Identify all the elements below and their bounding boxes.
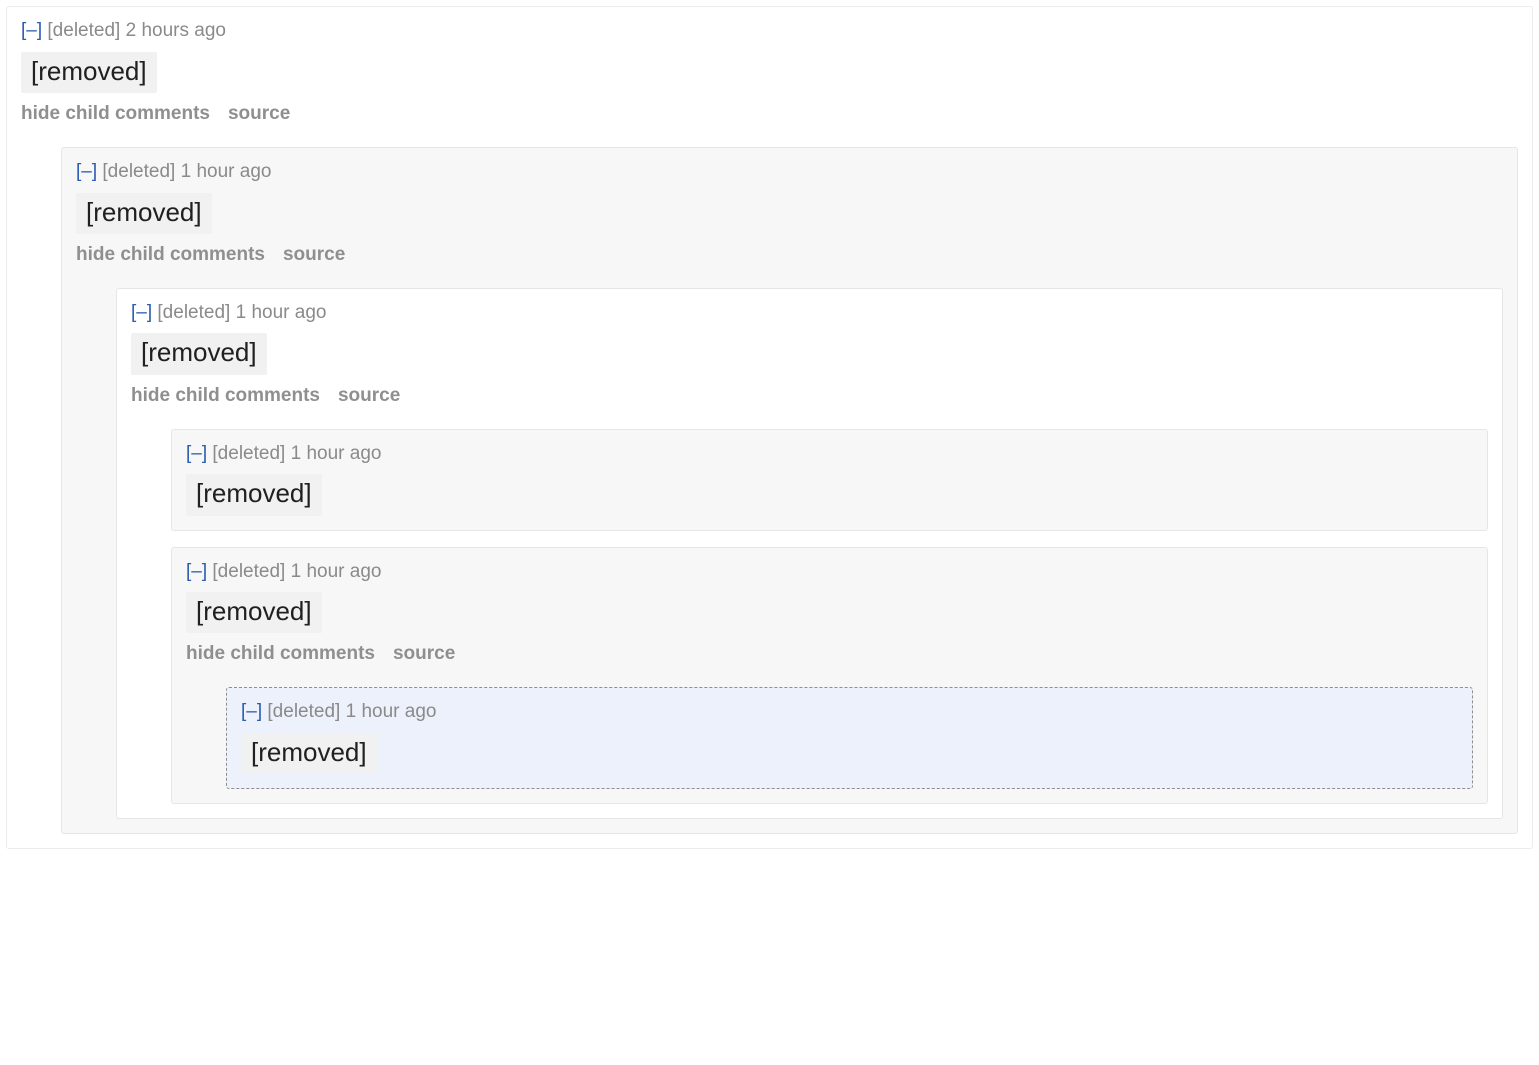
collapse-toggle[interactable]: [–] — [186, 443, 207, 464]
comment-author: [deleted] — [47, 20, 120, 41]
comment-time: 1 hour ago — [291, 561, 382, 582]
hide-child-comments-link[interactable]: hide child comments — [76, 244, 265, 265]
comment-removed-label: [removed] — [76, 193, 212, 234]
comment-body: [removed] — [21, 52, 1518, 93]
comment-author: [deleted] — [157, 302, 230, 323]
comment-actions: hide child comments source — [21, 103, 1518, 125]
comment-removed-label: [removed] — [131, 333, 267, 374]
comment-actions: hide child comments source — [131, 385, 1488, 407]
comment-header: [–] [deleted] 1 hour ago — [76, 160, 1503, 185]
comment-header: [–] [deleted] 1 hour ago — [186, 560, 1473, 585]
comment-body: [removed] — [131, 333, 1488, 374]
comment-time: 1 hour ago — [291, 443, 382, 464]
comment-header: [–] [deleted] 2 hours ago — [21, 19, 1518, 44]
comment-time: 2 hours ago — [126, 20, 226, 41]
comment-removed-label: [removed] — [241, 733, 377, 774]
hide-child-comments-link[interactable]: hide child comments — [21, 103, 210, 124]
comment: [–] [deleted] 1 hour ago [removed] hide ch… — [61, 147, 1518, 834]
comment-author: [deleted] — [212, 443, 285, 464]
comment: [–] [deleted] 2 hours ago [removed] hide c… — [6, 6, 1533, 849]
comment-children: [–] [deleted] 1 hour ago [removed] — [226, 687, 1473, 789]
comment-children: [–] [deleted] 1 hour ago [removed] hide ch… — [116, 288, 1503, 820]
comment-actions: hide child comments source — [76, 244, 1503, 266]
comment-header: [–] [deleted] 1 hour ago — [241, 700, 1458, 725]
comment-body: [removed] — [186, 592, 1473, 633]
comment-time: 1 hour ago — [236, 302, 327, 323]
comment: [–] [deleted] 1 hour ago [removed] hide ch… — [116, 288, 1503, 820]
collapse-toggle[interactable]: [–] — [76, 161, 97, 182]
comment: [–] [deleted] 1 hour ago [removed] — [171, 429, 1488, 531]
hide-child-comments-link[interactable]: hide child comments — [131, 385, 320, 406]
comment: [–] [deleted] 1 hour ago [removed] hide ch… — [171, 547, 1488, 805]
comment-author: [deleted] — [267, 701, 340, 722]
collapse-toggle[interactable]: [–] — [186, 561, 207, 582]
comment-author: [deleted] — [212, 561, 285, 582]
comment-removed-label: [removed] — [186, 592, 322, 633]
comment-children: [–] [deleted] 1 hour ago [removed] hide ch… — [61, 147, 1518, 834]
collapse-toggle[interactable]: [–] — [21, 20, 42, 41]
source-link[interactable]: source — [228, 103, 290, 124]
comment-header: [–] [deleted] 1 hour ago — [131, 301, 1488, 326]
comment-children: [–] [deleted] 1 hour ago[removed][–] [de… — [171, 429, 1488, 805]
comment-body: [removed] — [241, 733, 1458, 774]
comment-removed-label: [removed] — [21, 52, 157, 93]
comment-time: 1 hour ago — [346, 701, 437, 722]
comment-removed-label: [removed] — [186, 474, 322, 515]
source-link[interactable]: source — [283, 244, 345, 265]
collapse-toggle[interactable]: [–] — [131, 302, 152, 323]
comment-header: [–] [deleted] 1 hour ago — [186, 442, 1473, 467]
comment: [–] [deleted] 1 hour ago [removed] — [226, 687, 1473, 789]
source-link[interactable]: source — [393, 643, 455, 664]
collapse-toggle[interactable]: [–] — [241, 701, 262, 722]
comment-body: [removed] — [186, 474, 1473, 515]
comment-author: [deleted] — [102, 161, 175, 182]
comment-actions: hide child comments source — [186, 643, 1473, 665]
hide-child-comments-link[interactable]: hide child comments — [186, 643, 375, 664]
source-link[interactable]: source — [338, 385, 400, 406]
comment-body: [removed] — [76, 193, 1503, 234]
comment-thread-root: [–] [deleted] 2 hours ago [removed] hide c… — [0, 0, 1539, 855]
comment-time: 1 hour ago — [181, 161, 272, 182]
